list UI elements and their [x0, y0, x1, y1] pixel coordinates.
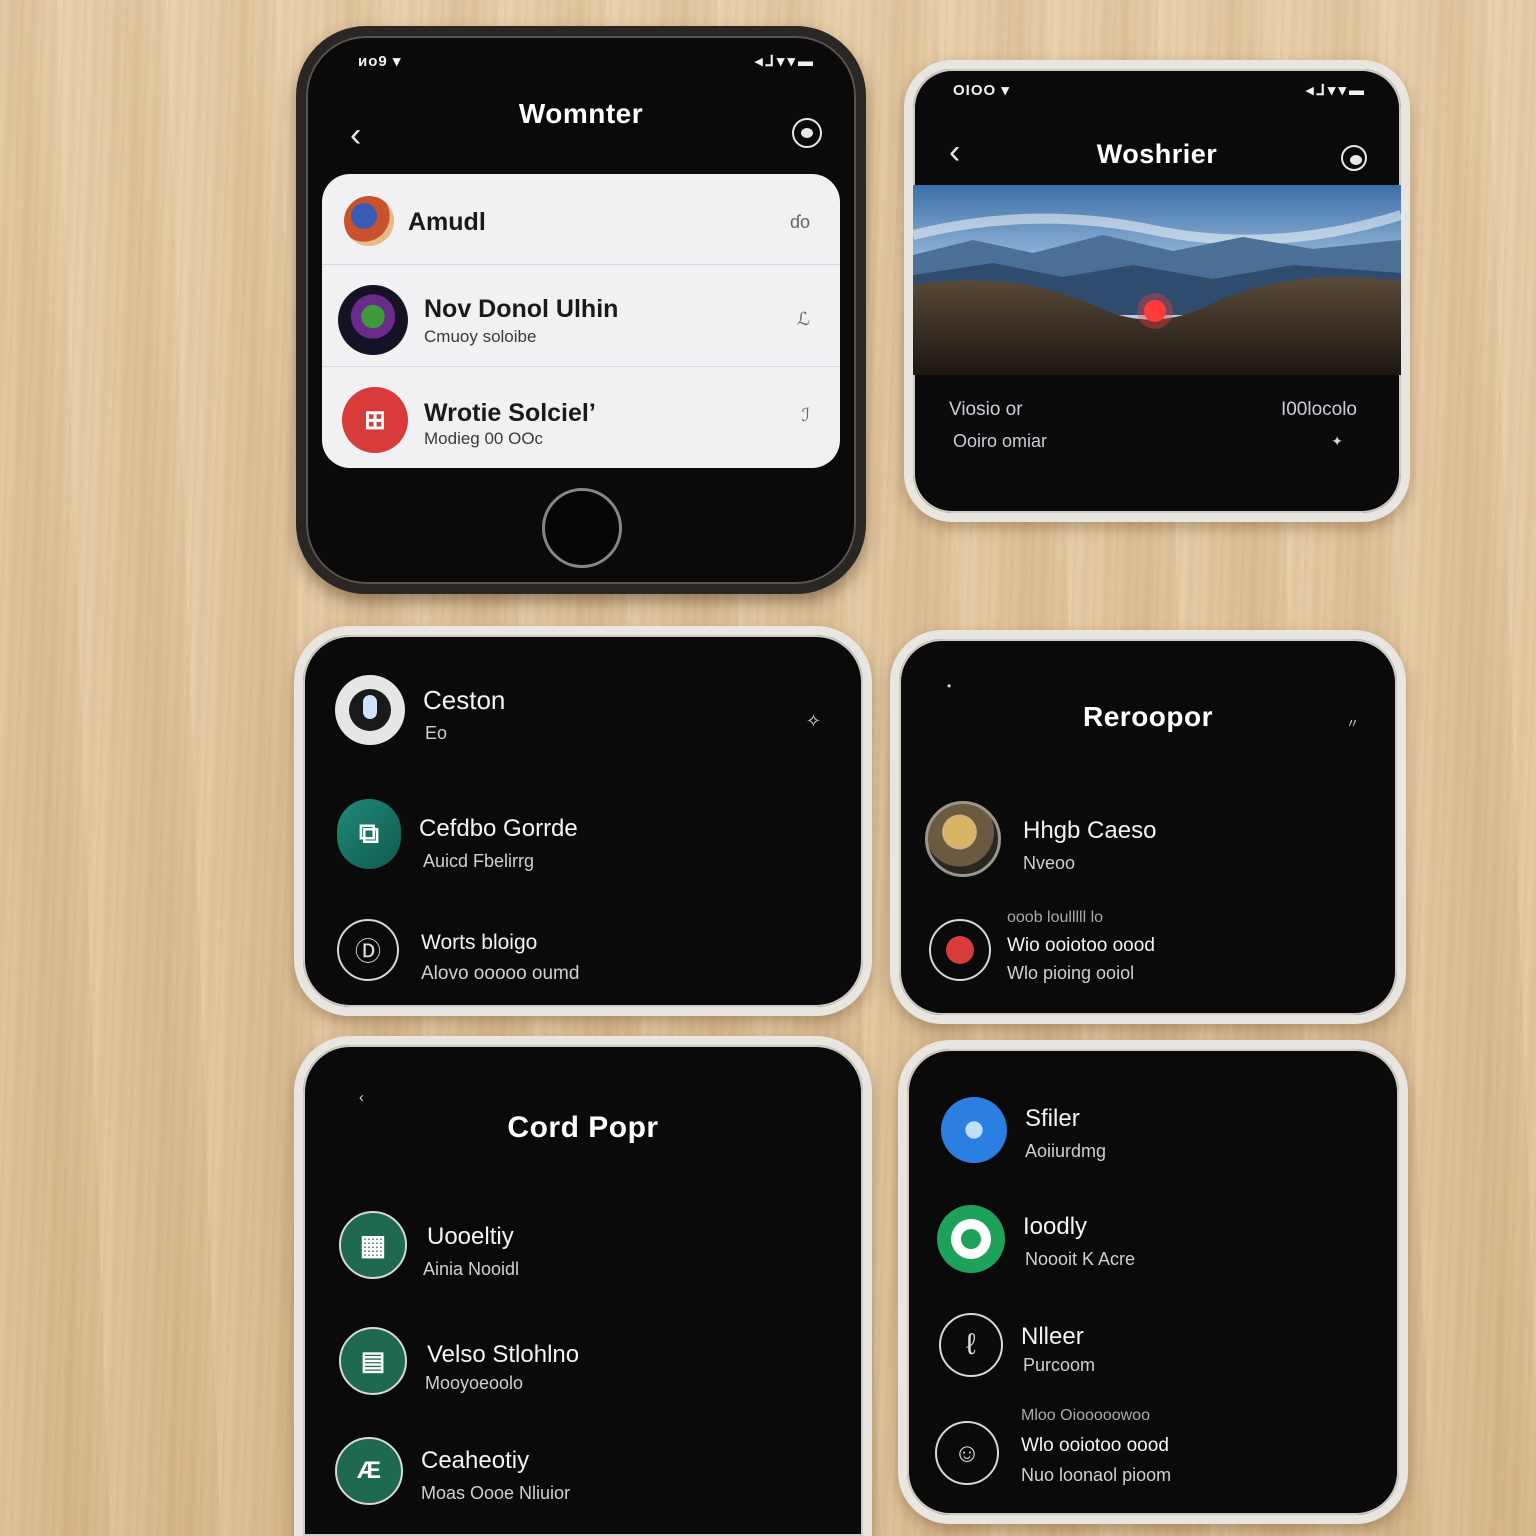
list-item-subtitle: Nuo loonaol pioom — [1021, 1465, 1172, 1485]
phone-card-womnter: ᴎᴏ9 ▾ ◂⅃▾▾▬ ‹ Womnter Amudl ɗo Nov Donol… — [296, 26, 866, 594]
landscape-image — [913, 185, 1401, 375]
list-item-subtitle: Auicd Fbelirrg — [423, 851, 535, 871]
page-title: Cord Popr — [507, 1111, 659, 1144]
list-item-aux: ℒ — [797, 309, 810, 329]
list-item-aux: ℐ — [801, 405, 810, 425]
sparkle-icon: ✧ — [805, 711, 821, 731]
status-right: ◂⅃▾▾▬ — [1306, 82, 1367, 99]
list-item-title: Ioodly — [1023, 1213, 1088, 1240]
list-item-title: Ceaheotiy — [421, 1447, 530, 1474]
record-icon[interactable] — [929, 919, 991, 981]
list-item-title: Nov Donol Ulhin — [424, 295, 619, 323]
caption-right: I00locolo — [1280, 399, 1357, 420]
card-list-cord-popr: ‹ Cord Popr ▦ Uooeltiy Ainia Nooidl ▤ Ve… — [294, 1036, 872, 1536]
list-item-subtitle: Eo — [425, 723, 448, 743]
list-item-subtitle: Nveoo — [1023, 853, 1076, 873]
list-item-title: Nlleer — [1021, 1323, 1084, 1350]
list-item-title: Wio ooiotoo oood — [1007, 935, 1155, 956]
list-item-subtitle: Aoiiurdmg — [1025, 1141, 1107, 1161]
app-avatar-icon[interactable]: ▦ — [339, 1211, 407, 1279]
app-avatar-icon — [338, 285, 408, 355]
outline-app-icon[interactable]: ☺ — [935, 1421, 999, 1485]
list-item-title: Ceston — [423, 685, 506, 715]
card-list-sfiler: Sfiler Aoiiurdmg Ioodly Noooit K Acre ℓ … — [898, 1040, 1408, 1524]
card-list-reroopor: • Reroopor 〃 Hhgb Caeso Nveoo ooob loull… — [890, 630, 1406, 1024]
sparkle-icon: ✦ — [1331, 433, 1343, 449]
back-chevron-icon[interactable]: ‹ — [359, 1089, 364, 1106]
list-item-title: Cefdbo Gorrde — [419, 815, 578, 842]
list-item-subtitle: Mooyoeoolo — [425, 1373, 524, 1393]
list-item-subtitle: Alovo ooooo oumd — [421, 963, 580, 984]
caption-left: Viosio or — [949, 399, 1023, 420]
app-avatar-icon[interactable] — [925, 801, 1001, 877]
status-left: OIOO ▾ — [953, 82, 1010, 99]
list-item-subtitle: Moas Oooe Nliuior — [421, 1483, 571, 1503]
home-button[interactable] — [542, 488, 622, 568]
caption-sub: Ooiro omiar — [953, 431, 1048, 451]
app-list: Amudl ɗo Nov Donol Ulhin Cmuoy soloibe ℒ… — [322, 174, 840, 468]
list-item-subtitle: Ainia Nooidl — [423, 1259, 520, 1279]
signal-icon: 〃 — [1345, 716, 1359, 731]
list-item-aux: ɗo — [789, 212, 810, 232]
list-item-title: Velso Stlohlno — [427, 1341, 580, 1368]
status-left: ᴎᴏ9 ▾ — [358, 53, 402, 70]
list-item-pre: ooob loulllll lo — [1007, 909, 1104, 926]
status-bar: ᴎᴏ9 ▾ ◂⅃▾▾▬ — [306, 52, 856, 72]
mic-icon[interactable] — [335, 675, 405, 745]
refresh-icon[interactable] — [1341, 145, 1367, 171]
list-item-subtitle: Wlo pioing ooiol — [1007, 963, 1135, 983]
dot-icon: • — [947, 679, 952, 693]
app-avatar-icon[interactable]: ⧉ — [337, 799, 401, 869]
page-title: Reroopor — [1083, 701, 1213, 732]
status-right: ◂⅃▾▾▬ — [755, 53, 816, 70]
app-avatar-icon[interactable]: Æ — [335, 1437, 403, 1505]
list-item-title: Worts bloigo — [421, 931, 538, 954]
list-item-title: Amudl — [408, 208, 486, 236]
list-item-title: Wlo ooiotoo oood — [1021, 1435, 1169, 1456]
card-list-ceston: Ceston Eo ✧ ⧉ Cefdbo Gorrde Auicd Fbelir… — [294, 626, 872, 1016]
view-eye-icon[interactable] — [792, 118, 822, 148]
list-item-subtitle: Purcoom — [1023, 1355, 1096, 1375]
list-item[interactable]: Amudl ɗo — [322, 174, 840, 264]
list-item-pre: Mloo Oiooooowoo — [1021, 1407, 1150, 1424]
app-avatar-icon: ⊞ — [342, 387, 408, 453]
list-item-title: Sfiler — [1025, 1105, 1080, 1132]
list-item-title: Wrotie Solciel’ — [424, 399, 596, 427]
app-avatar-icon[interactable] — [937, 1205, 1005, 1273]
outline-app-icon[interactable]: Ⓓ — [337, 919, 399, 981]
list-item-subtitle: Noooit K Acre — [1025, 1249, 1136, 1269]
app-avatar-icon[interactable] — [941, 1097, 1007, 1163]
list-item[interactable]: ⊞ Wrotie Solciel’ Modieg 00 OOc ℐ — [322, 366, 840, 468]
outline-app-icon[interactable]: ℓ — [939, 1313, 1003, 1377]
status-bar: OIOO ▾ ◂⅃▾▾▬ — [913, 81, 1401, 101]
list-item-title: Uooeltiy — [427, 1223, 514, 1250]
list-item-title: Hhgb Caeso — [1023, 817, 1157, 844]
page-title: Woshrier — [1096, 139, 1218, 169]
app-avatar-icon[interactable]: ▤ — [339, 1327, 407, 1395]
phone-card-woshrier: OIOO ▾ ◂⅃▾▾▬ ‹ Woshrier Viosio or I00loc… — [904, 60, 1410, 522]
page-title: Womnter — [518, 98, 644, 129]
app-avatar-icon — [344, 196, 394, 246]
list-item[interactable]: Nov Donol Ulhin Cmuoy soloibe ℒ — [322, 264, 840, 366]
list-item-subtitle: Modieg 00 OOc — [424, 429, 544, 448]
list-item-subtitle: Cmuoy soloibe — [424, 327, 537, 346]
